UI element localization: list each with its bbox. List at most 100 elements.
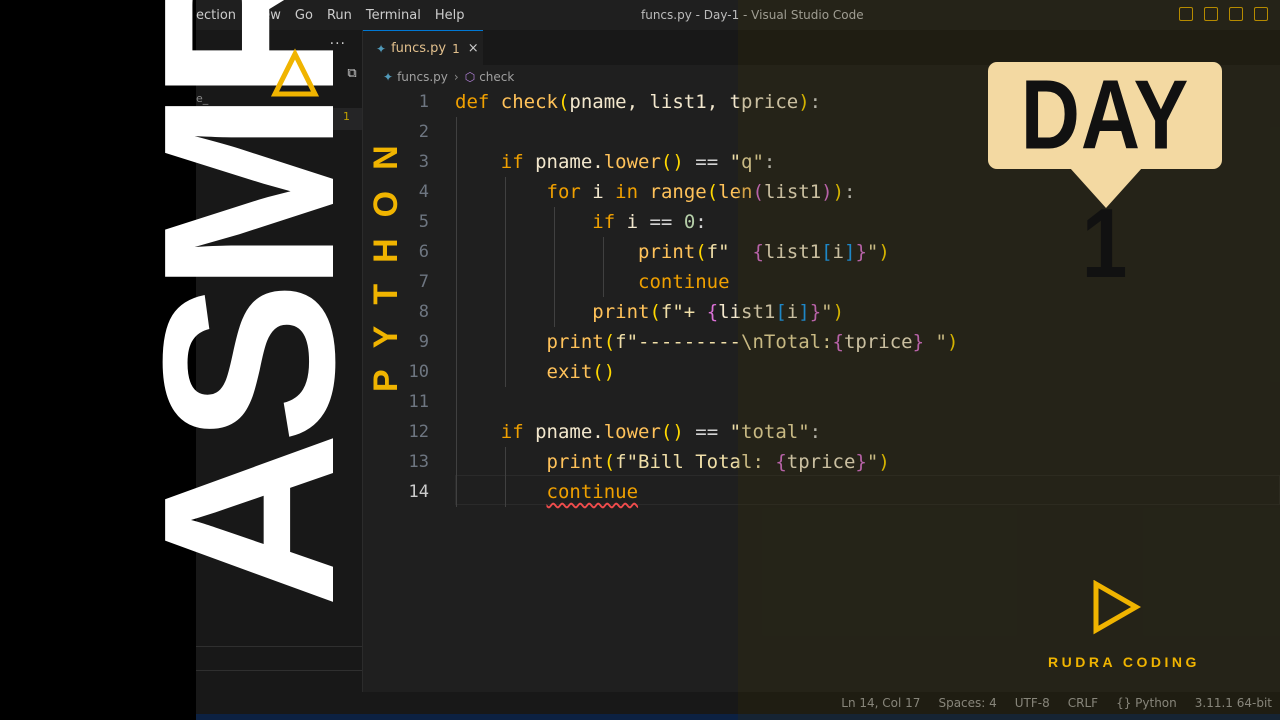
code-token: ) <box>946 331 959 353</box>
layout-controls <box>1168 7 1268 21</box>
code-line: 12 if pname.lower() == "total": <box>363 417 1280 447</box>
status-encoding[interactable]: UTF-8 <box>1015 696 1050 710</box>
code-token: : <box>844 181 856 203</box>
code-line: 7 continue <box>363 267 1280 297</box>
method-symbol-icon: ⬡ <box>464 70 476 84</box>
code-token: ) <box>878 241 890 263</box>
taskbar-strip <box>196 714 1280 720</box>
brand-name: RUDRA CODING <box>1048 654 1200 670</box>
code-token: } <box>809 301 822 323</box>
asmr-title: ASMR <box>112 0 385 608</box>
code-token: () <box>592 361 616 383</box>
code-token: lower <box>603 151 661 173</box>
code-line: 11 <box>363 387 1280 417</box>
code-token: ] <box>798 301 810 323</box>
customize-layout-icon[interactable] <box>1254 7 1268 21</box>
code-line: 4 for i in range(len(list1)): <box>363 177 1280 207</box>
breadcrumb: ✦ funcs.py › ⬡ check <box>383 67 514 87</box>
code-token: exit <box>455 361 593 383</box>
menu-help[interactable]: Help <box>435 8 465 23</box>
close-tab-icon[interactable]: × <box>468 41 479 56</box>
code-token: f"Bill Total: <box>615 451 776 473</box>
toggle-panel-icon[interactable] <box>1204 7 1218 21</box>
code-token: lower <box>603 421 661 443</box>
code-token: continue <box>546 481 639 503</box>
code-token: : <box>809 91 822 113</box>
code-token: ) <box>832 181 845 203</box>
code-token: pname, list1, tprice <box>569 91 799 113</box>
code-line: 13 print(f"Bill Total: {tprice}") <box>363 447 1280 477</box>
code-token: for <box>455 181 593 203</box>
sidebar-divider <box>196 670 362 671</box>
toggle-primary-sidebar-icon[interactable] <box>1179 7 1193 21</box>
code-token: pname. <box>535 421 604 443</box>
code-token: ( <box>557 91 570 113</box>
code-token: == <box>649 211 684 233</box>
code-token: ) <box>798 91 810 113</box>
day-badge: DAY 1 <box>988 61 1222 299</box>
code-token: pname. <box>535 151 604 173</box>
code-token: == <box>683 421 730 443</box>
window-title: funcs.py - Day-1 - Visual Studio Code <box>641 8 864 22</box>
code-token: : <box>763 151 776 173</box>
code-token: == <box>683 151 730 173</box>
code-line: 10 exit() <box>363 357 1280 387</box>
code-line: 14 continue <box>363 477 1280 507</box>
day-label: DAY 1 <box>1020 60 1190 299</box>
code-token: f"+ <box>660 301 707 323</box>
tab-label: funcs.py <box>391 41 447 56</box>
breadcrumb-symbol[interactable]: check <box>479 70 514 84</box>
code-text: exit() <box>455 357 616 387</box>
code-token: if <box>455 421 536 443</box>
code-token: "q" <box>729 151 764 173</box>
code-token: print <box>455 451 604 473</box>
code-text: continue <box>455 267 730 297</box>
code-token: len <box>718 181 753 203</box>
status-bar: Ln 14, Col 17 Spaces: 4 UTF-8 CRLF {} Py… <box>196 692 1280 714</box>
breadcrumb-file[interactable]: funcs.py <box>397 70 448 84</box>
code-token: f" <box>706 241 753 263</box>
status-eol[interactable]: CRLF <box>1068 696 1098 710</box>
code-line: 5 if i == 0: <box>363 207 1280 237</box>
status-items: Ln 14, Col 17 Spaces: 4 UTF-8 CRLF {} Py… <box>823 692 1272 714</box>
status-language[interactable]: {} Python <box>1116 696 1177 710</box>
code-text: continue <box>455 477 639 507</box>
code-line: 6 print(f" {list1[i]}") <box>363 237 1280 267</box>
code-token: tprice <box>843 331 913 353</box>
code-token: " <box>821 301 833 323</box>
code-token: : <box>809 421 822 443</box>
code-token: ( <box>649 301 661 323</box>
code-token: if <box>455 211 627 233</box>
code-text: if pname.lower() == "q": <box>455 147 776 177</box>
toggle-secondary-sidebar-icon[interactable] <box>1229 7 1243 21</box>
code-line: 8 print(f"+ {list1[i]}") <box>363 297 1280 327</box>
code-token: { <box>775 451 787 473</box>
code-token: in <box>615 181 650 203</box>
code-token: ) <box>832 301 845 323</box>
code-token: " <box>924 331 947 353</box>
code-token: ( <box>603 451 616 473</box>
code-text: for i in range(len(list1)): <box>455 177 856 207</box>
play-triangle-icon <box>270 48 320 97</box>
code-token: list1 <box>763 241 822 263</box>
code-token: [ <box>775 301 787 323</box>
sidebar-divider <box>196 646 362 647</box>
code-token: range <box>649 181 707 203</box>
code-token: [ <box>821 241 833 263</box>
code-token: ) <box>878 451 890 473</box>
code-token: () <box>660 151 684 173</box>
code-token: } <box>855 451 867 473</box>
status-cursor-position[interactable]: Ln 14, Col 17 <box>841 696 920 710</box>
code-text: print(f"---------\nTotal:{tprice} ") <box>455 327 959 357</box>
status-interpreter[interactable]: 3.11.1 64-bit <box>1195 696 1272 710</box>
code-token: print <box>455 241 696 263</box>
code-token: " <box>866 451 879 473</box>
code-text: if i == 0: <box>455 207 706 237</box>
status-indentation[interactable]: Spaces: 4 <box>938 696 996 710</box>
code-token: { <box>832 331 844 353</box>
code-text: print(f"Bill Total: {tprice}") <box>455 447 890 477</box>
code-token: ) <box>821 181 833 203</box>
code-token: { <box>752 241 764 263</box>
code-token: print <box>455 331 604 353</box>
